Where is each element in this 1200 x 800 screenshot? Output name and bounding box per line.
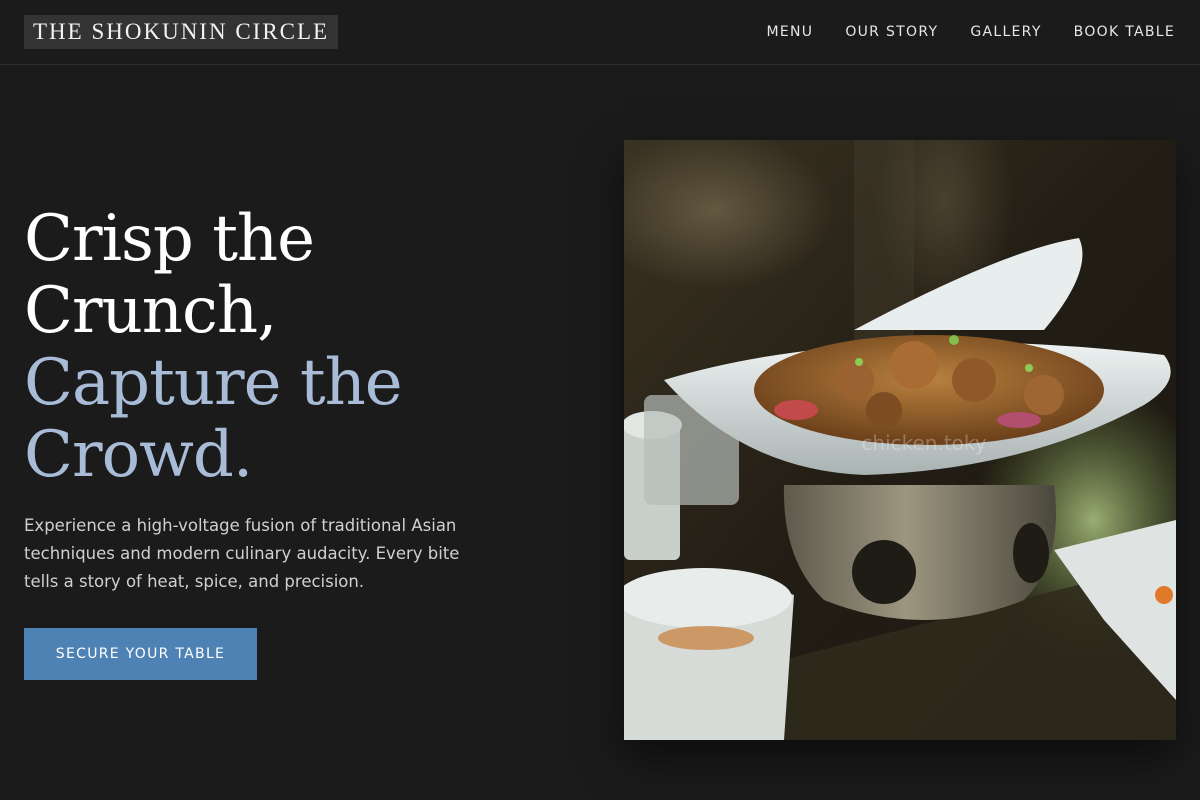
secure-your-table-button[interactable]: SECURE YOUR TABLE <box>24 628 257 680</box>
headline-line-1: Crisp the <box>24 202 315 276</box>
photo-watermark: chicken.toky <box>861 431 986 455</box>
nav-item-gallery[interactable]: GALLERY <box>970 22 1041 42</box>
headline-line-3: Capture the <box>24 346 403 420</box>
headline-line-2: Crunch, <box>24 274 277 348</box>
main-nav: MENU OUR STORY GALLERY BOOK TABLE <box>766 22 1175 42</box>
nav-item-our-story[interactable]: OUR STORY <box>845 22 938 42</box>
scallion-garnish <box>855 358 863 366</box>
scallion-garnish <box>949 335 959 345</box>
chicken-piece <box>866 392 902 428</box>
hero-dish-photo: chicken.toky <box>624 140 1176 740</box>
scallion-garnish <box>1025 364 1033 372</box>
chicken-piece <box>952 358 996 402</box>
top-navigation-bar: THE SHOKUNIN CIRCLE MENU OUR STORY GALLE… <box>0 0 1200 65</box>
warmer-vent-hole <box>852 540 916 604</box>
warmer-vent-hole <box>1013 523 1049 583</box>
dish-illustration: chicken.toky <box>624 140 1176 740</box>
brand-logo[interactable]: THE SHOKUNIN CIRCLE <box>24 15 339 49</box>
side-plate-garnish <box>1155 586 1173 604</box>
red-onion-slice <box>997 412 1041 428</box>
front-cup-rim <box>624 568 792 628</box>
hero-description: Experience a high-voltage fusion of trad… <box>24 516 460 591</box>
front-cup-sauce <box>658 626 754 650</box>
nav-item-book-table[interactable]: BOOK TABLE <box>1074 22 1175 42</box>
red-onion-slice <box>774 400 818 420</box>
chicken-piece <box>890 341 938 389</box>
chicken-piece <box>1024 375 1064 415</box>
headline-line-4: Crowd. <box>24 418 253 492</box>
hero-headline: Crisp the Crunch, Capture the Crowd. <box>24 202 403 492</box>
nav-item-menu[interactable]: MENU <box>766 22 813 42</box>
chicken-piece <box>834 360 874 400</box>
